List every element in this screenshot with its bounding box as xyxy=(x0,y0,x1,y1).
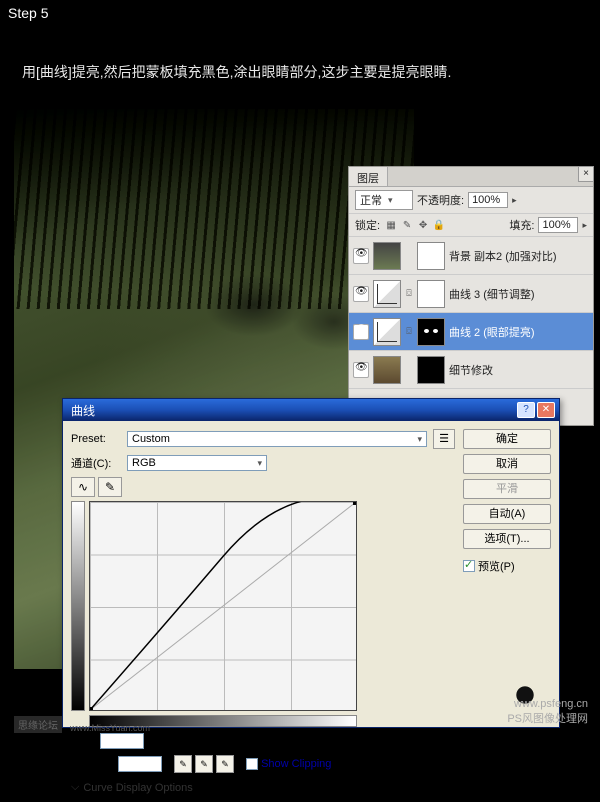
lock-move-icon[interactable]: ✥ xyxy=(416,220,430,231)
visibility-eye-icon[interactable] xyxy=(353,362,369,378)
mask-thumb[interactable] xyxy=(417,242,445,270)
mask-thumb[interactable] xyxy=(417,280,445,308)
panel-close-button[interactable]: × xyxy=(578,166,594,182)
watermark-url: www.psfeng.cn xyxy=(507,698,588,710)
lock-all-icon[interactable]: 🔒 xyxy=(432,220,446,231)
preview-checkbox[interactable]: 预览(P) xyxy=(463,558,551,574)
layer-row[interactable]: ⌼ 曲线 3 (细节调整) xyxy=(349,275,593,313)
cancel-button[interactable]: 取消 xyxy=(463,454,551,474)
output-gradient xyxy=(71,501,85,711)
mask-thumb[interactable] xyxy=(417,318,445,346)
curve-svg xyxy=(90,502,356,710)
layer-row[interactable]: 细节修改 xyxy=(349,351,593,389)
layer-name[interactable]: 曲线 3 (细节调整) xyxy=(449,286,535,302)
watermark-logo: www.psfeng.cn PS风图像处理网 xyxy=(507,698,588,726)
dialog-title: 曲线 xyxy=(67,402,517,419)
curve-display-options-toggle[interactable]: ⌵ Curve Display Options xyxy=(71,781,455,794)
show-clipping-checkbox[interactable]: Show Clipping xyxy=(246,758,331,770)
layer-row-selected[interactable]: ⌼ 曲线 2 (眼部提亮) xyxy=(349,313,593,351)
opacity-slider-arrow[interactable]: ▸ xyxy=(512,195,517,206)
fill-slider-arrow[interactable]: ▸ xyxy=(582,220,587,231)
channel-select[interactable]: RGB xyxy=(127,455,267,471)
preset-select[interactable]: Custom xyxy=(127,431,427,447)
gray-point-dropper[interactable]: ✎ xyxy=(195,755,213,773)
output-label: 输出: xyxy=(71,733,96,749)
watermark-forum: 思缘论坛 xyxy=(14,716,62,733)
blend-mode-select[interactable]: 正常 xyxy=(355,190,413,210)
layer-name[interactable]: 细节修改 xyxy=(449,362,493,378)
link-icon: ⌼ xyxy=(405,288,413,299)
help-button[interactable]: ? xyxy=(517,402,535,418)
options-button[interactable]: 选项(T)... xyxy=(463,529,551,549)
opacity-field[interactable]: 100% xyxy=(468,192,508,208)
preview-label: 预览(P) xyxy=(478,558,515,574)
mask-thumb[interactable] xyxy=(417,356,445,384)
expand-label: Curve Display Options xyxy=(83,782,192,794)
tab-layers[interactable]: 图层 xyxy=(349,167,388,186)
input-field[interactable] xyxy=(118,756,162,772)
layer-thumb[interactable] xyxy=(373,242,401,270)
layer-name[interactable]: 背景 副本2 (加强对比) xyxy=(449,248,557,264)
channel-label: 通道(C): xyxy=(71,455,121,471)
lock-paint-icon[interactable]: ✎ xyxy=(400,220,414,231)
curves-grid[interactable] xyxy=(89,501,357,711)
watermark-forum-url: www.MissYuan.com xyxy=(70,723,150,733)
curve-point-tool[interactable]: ∿ xyxy=(71,477,95,497)
visibility-eye-icon[interactable] xyxy=(353,286,369,302)
dialog-titlebar[interactable]: 曲线 ? ✕ xyxy=(63,399,559,421)
visibility-eye-icon[interactable] xyxy=(353,324,369,340)
black-point-dropper[interactable]: ✎ xyxy=(174,755,192,773)
layer-list: 背景 副本2 (加强对比) ⌼ 曲线 3 (细节调整) ⌼ 曲线 2 (眼部提亮… xyxy=(349,237,593,413)
ok-button[interactable]: 确定 xyxy=(463,429,551,449)
panel-tabs: 图层 × xyxy=(349,167,593,187)
fill-field[interactable]: 100% xyxy=(538,217,578,233)
opacity-label: 不透明度: xyxy=(417,192,464,208)
lock-label: 锁定: xyxy=(355,217,380,233)
show-clipping-label: Show Clipping xyxy=(261,758,331,770)
layer-row[interactable]: 背景 副本2 (加强对比) xyxy=(349,237,593,275)
adjustment-thumb[interactable] xyxy=(373,318,401,346)
preset-menu-button[interactable]: ☰ xyxy=(433,429,455,449)
smooth-button[interactable]: 平滑 xyxy=(463,479,551,499)
visibility-eye-icon[interactable] xyxy=(353,248,369,264)
checkbox-icon xyxy=(246,758,258,770)
adjustment-thumb[interactable] xyxy=(373,280,401,308)
curve-anchor[interactable] xyxy=(353,502,356,505)
layers-panel: 图层 × × 正常 不透明度: 100% ▸ 锁定: ▦ ✎ ✥ 🔒 填充: 1… xyxy=(348,166,594,426)
auto-button[interactable]: 自动(A) xyxy=(463,504,551,524)
lock-icons: ▦ ✎ ✥ 🔒 xyxy=(384,220,446,231)
fill-label: 填充: xyxy=(509,217,534,233)
watermark-brand: PS风图像处理网 xyxy=(507,710,588,726)
layer-name[interactable]: 曲线 2 (眼部提亮) xyxy=(449,324,535,340)
input-label: 输入: xyxy=(89,756,114,772)
curve-pencil-tool[interactable]: ✎ xyxy=(98,477,122,497)
expand-chevron-icon: ⌵ xyxy=(71,781,79,794)
layer-thumb[interactable] xyxy=(373,356,401,384)
curve-anchor[interactable] xyxy=(90,707,93,710)
lock-fill-row: 锁定: ▦ ✎ ✥ 🔒 填充: 100% ▸ xyxy=(349,214,593,237)
preset-label: Preset: xyxy=(71,433,121,445)
lock-transparent-icon[interactable]: ▦ xyxy=(384,220,398,231)
instruction-text: 用[曲线]提亮,然后把蒙板填充黑色,涂出眼睛部分,这步主要是提亮眼睛. xyxy=(22,62,451,82)
checkbox-icon xyxy=(463,560,475,572)
step-label: Step 5 xyxy=(8,5,48,21)
white-point-dropper[interactable]: ✎ xyxy=(216,755,234,773)
close-button[interactable]: ✕ xyxy=(537,402,555,418)
blend-opacity-row: 正常 不透明度: 100% ▸ xyxy=(349,187,593,214)
output-field[interactable] xyxy=(100,733,144,749)
curves-dialog: 曲线 ? ✕ Preset: Custom ☰ 通道(C): RGB ∿ ✎ xyxy=(62,398,560,728)
baseline-diagonal xyxy=(90,502,356,710)
link-icon: ⌼ xyxy=(405,326,413,337)
